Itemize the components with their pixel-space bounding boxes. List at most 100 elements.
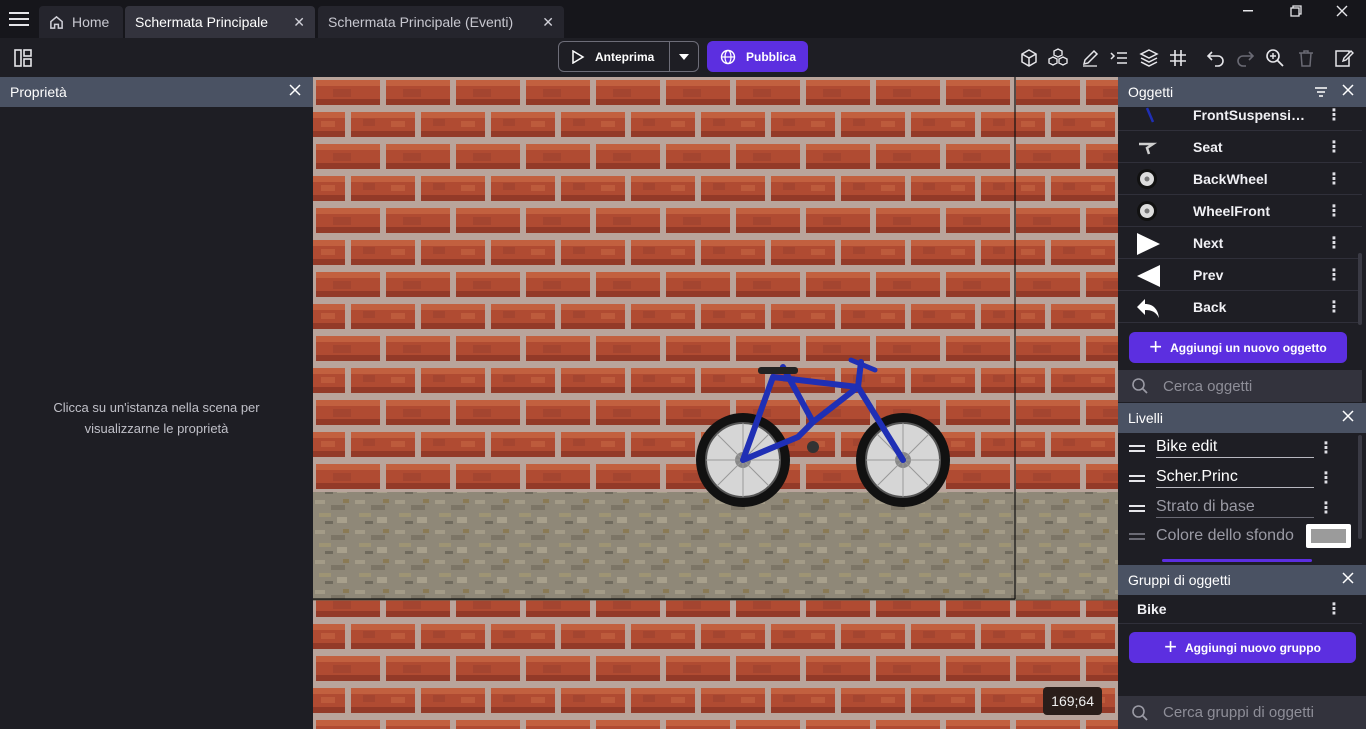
layer-name[interactable]: Strato di base [1156,498,1314,518]
object-search-input[interactable]: Cerca oggetti [1118,370,1362,402]
object-name: Prev [1193,266,1224,283]
more-options-icon[interactable]: ⋮ [1326,265,1342,285]
filter-icon[interactable] [1314,86,1328,98]
drag-handle-icon [1129,533,1145,540]
more-options-icon[interactable]: ⋮ [1326,599,1342,619]
next-arrow-icon [1135,232,1160,255]
tab-schermata-principale[interactable]: Schermata Principale ✕ [125,6,315,38]
publish-button[interactable]: Pubblica [707,41,808,72]
add-group-button[interactable]: + Aggiungi nuovo gruppo [1129,632,1356,663]
close-icon[interactable] [289,84,301,96]
close-icon[interactable]: ✕ [293,14,305,31]
more-options-icon[interactable]: ⋮ [1318,468,1334,488]
panel-title: Livelli [1128,410,1164,426]
close-icon[interactable] [1342,84,1354,96]
object-groups-icon[interactable] [1047,48,1068,68]
tab-home[interactable]: Home [39,6,123,38]
tab-label: Schermata Principale [135,14,269,30]
coordinates-readout: 169;64 [1043,687,1102,715]
close-icon[interactable] [1342,410,1354,422]
more-options-icon[interactable]: ⋮ [1326,201,1342,221]
drag-handle-icon[interactable] [1129,475,1145,482]
hamburger-menu-icon[interactable] [9,10,29,28]
undo-icon[interactable] [1206,48,1226,68]
more-options-icon[interactable]: ⋮ [1326,169,1342,189]
search-placeholder: Cerca oggetti [1163,377,1253,395]
restore-icon[interactable] [1290,5,1310,21]
play-icon [572,49,585,64]
layers-icon[interactable] [1139,48,1159,68]
preview-dropdown-button[interactable] [670,53,698,60]
object-name: Back [1193,298,1227,315]
layers-scrollbar[interactable] [1358,435,1362,539]
add-layer-button-partial[interactable] [1162,559,1312,562]
add-group-label: Aggiungi nuovo gruppo [1184,640,1321,655]
grid-icon[interactable] [1168,48,1188,68]
layer-name[interactable]: Scher.Princ [1156,468,1314,488]
panels-layout-icon[interactable] [13,48,33,68]
layer-row[interactable]: Scher.Princ ⋮ [1118,463,1358,493]
more-options-icon[interactable]: ⋮ [1326,105,1342,125]
object-name: BackWheel [1193,170,1268,187]
seat-icon [1135,136,1159,158]
wheel-icon [1135,200,1159,222]
list-item[interactable]: Back ⋮ [1118,291,1362,323]
globe-icon [720,49,736,64]
more-options-icon[interactable]: ⋮ [1326,233,1342,253]
right-panels: Oggetti FrontSuspension... ⋮ Seat ⋮ Back… [1118,77,1366,729]
group-name: Bike [1137,600,1167,617]
minimize-icon[interactable] [1242,5,1262,21]
preview-button-group: Anteprima [558,41,699,72]
more-options-icon[interactable]: ⋮ [1326,297,1342,317]
tab-label: Home [72,14,110,30]
drag-handle-icon[interactable] [1129,445,1145,452]
prev-arrow-icon [1135,264,1160,287]
list-item[interactable]: Prev ⋮ [1118,259,1362,291]
add-object-label: Aggiungi un nuovo oggetto [1170,340,1327,355]
more-options-icon[interactable]: ⋮ [1326,137,1342,157]
search-icon [1132,704,1148,721]
redo-icon[interactable] [1235,48,1255,68]
seat-sprite [758,367,798,374]
list-item[interactable]: BackWheel ⋮ [1118,163,1362,195]
suspension-icon [1135,104,1159,126]
list-item[interactable]: Bike ⋮ [1118,594,1362,624]
zoom-icon[interactable] [1265,48,1285,68]
panel-title: Gruppi di oggetti [1128,572,1231,588]
panel-title: Proprietà [10,84,67,100]
object-name: WheelFront [1193,202,1270,219]
background-color-label: Colore dello sfondo [1156,526,1294,544]
list-item[interactable]: WheelFront ⋮ [1118,195,1362,227]
list-item[interactable]: FrontSuspension... ⋮ [1118,99,1362,131]
layer-row[interactable]: Bike edit ⋮ [1118,433,1358,463]
object-cube-icon[interactable] [1019,48,1039,68]
search-icon [1132,378,1148,394]
scene-canvas[interactable]: 169;64 [313,77,1118,729]
properties-panel: Proprietà Clicca su un'istanza nella sce… [0,77,313,729]
close-icon[interactable] [1342,572,1354,584]
more-options-icon[interactable]: ⋮ [1318,498,1334,518]
preview-button[interactable]: Anteprima [559,42,669,71]
object-name: Seat [1193,138,1223,155]
group-search-input[interactable]: Cerca gruppi di oggetti [1118,696,1366,729]
background-color-swatch[interactable] [1306,524,1351,548]
chevron-down-icon [679,53,689,60]
close-icon[interactable]: ✕ [542,14,554,31]
tab-schermata-principale-eventi[interactable]: Schermata Principale (Eventi) ✕ [318,6,564,38]
layer-name[interactable]: Bike edit [1156,438,1314,458]
list-item[interactable]: Next ⋮ [1118,227,1362,259]
drag-handle-icon[interactable] [1129,505,1145,512]
more-options-icon[interactable]: ⋮ [1318,438,1334,458]
instances-list-icon[interactable] [1109,48,1129,68]
toolbar: Anteprima Pubblica [0,38,1366,77]
edit-note-icon[interactable] [1334,48,1354,68]
layer-row[interactable]: Strato di base ⋮ [1118,493,1358,523]
edit-pencil-icon[interactable] [1080,48,1100,68]
groups-panel-header: Gruppi di oggetti [1118,565,1366,595]
objects-scrollbar[interactable] [1358,253,1362,325]
window-close-icon[interactable] [1336,5,1356,21]
panel-title: Oggetti [1128,84,1174,100]
trash-icon[interactable] [1296,48,1316,68]
list-item[interactable]: Seat ⋮ [1118,131,1362,163]
add-object-button[interactable]: + Aggiungi un nuovo oggetto [1129,332,1347,363]
